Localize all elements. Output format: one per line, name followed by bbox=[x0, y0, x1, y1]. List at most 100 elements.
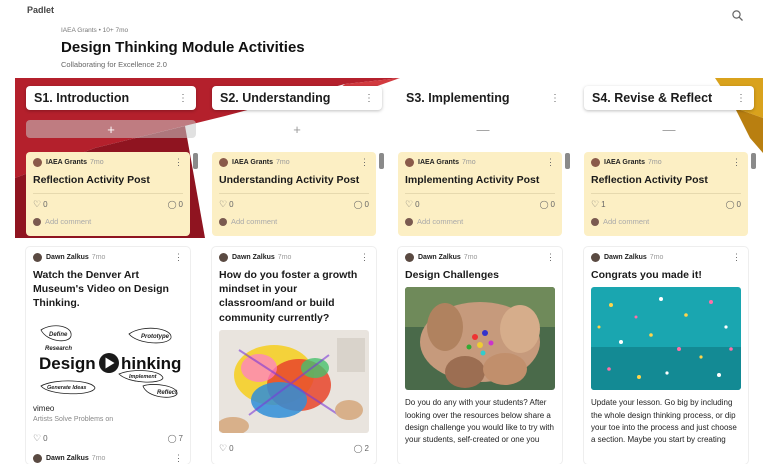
page-meta: IAEA Grants • 10+ 7mo bbox=[61, 27, 129, 34]
like-count: 0 bbox=[229, 443, 234, 453]
comment-count-button[interactable]: ◯ 0 bbox=[168, 199, 183, 210]
like-button[interactable]: ♡ 1 bbox=[591, 199, 606, 210]
post-image-confetti[interactable] bbox=[591, 287, 741, 391]
comment-count-button[interactable]: ◯ 2 bbox=[354, 443, 369, 454]
avatar bbox=[591, 253, 600, 262]
divider bbox=[405, 193, 555, 195]
post-title: Reflection Activity Post bbox=[591, 174, 708, 186]
post-author: Dawn Zalkus bbox=[46, 254, 89, 261]
play-icon[interactable] bbox=[99, 352, 119, 373]
more-vertical-icon[interactable]: ⋮ bbox=[736, 93, 746, 104]
activity-post-card[interactable]: IAEA Grants 7mo ⋮ Reflection Activity Po… bbox=[26, 152, 190, 236]
comment-icon: ◯ bbox=[167, 433, 177, 443]
video-word-generate: Generate Ideas bbox=[47, 385, 86, 391]
add-comment-placeholder: Add comment bbox=[603, 217, 650, 227]
post-image-hands[interactable] bbox=[405, 287, 555, 391]
column-header[interactable]: S3. Implementing ⋮ bbox=[398, 86, 568, 110]
post-card[interactable]: Dawn Zalkus 7mo ⋮ Congrats you made it! … bbox=[584, 247, 748, 464]
post-card[interactable]: Dawn Zalkus 7mo ⋮ How do you foster a gr… bbox=[212, 247, 376, 464]
more-vertical-icon[interactable]: ⋮ bbox=[174, 252, 183, 263]
more-vertical-icon[interactable]: ⋮ bbox=[174, 453, 183, 464]
post-author: IAEA Grants bbox=[604, 159, 645, 166]
post-card[interactable]: Dawn Zalkus 7mo ⋮ Watch the Denver Art M… bbox=[26, 247, 190, 464]
avatar bbox=[591, 158, 600, 167]
post-title: Understanding Activity Post bbox=[219, 174, 360, 186]
avatar bbox=[405, 158, 414, 167]
video-thumbnail[interactable]: Define Research Prototype Generate Ideas… bbox=[33, 315, 183, 404]
more-vertical-icon[interactable]: ⋮ bbox=[360, 252, 369, 263]
post-author: IAEA Grants bbox=[46, 159, 87, 166]
post-author: Dawn Zalkus bbox=[232, 254, 275, 261]
more-vertical-icon[interactable]: ⋮ bbox=[732, 157, 741, 168]
more-vertical-icon[interactable]: ⋮ bbox=[360, 157, 369, 168]
more-vertical-icon[interactable]: ⋮ bbox=[732, 252, 741, 263]
add-comment-field[interactable]: Add comment bbox=[219, 217, 369, 226]
more-vertical-icon[interactable]: ⋮ bbox=[178, 93, 188, 104]
like-button[interactable]: ♡ 0 bbox=[219, 199, 234, 210]
link-site[interactable]: vimeo bbox=[33, 404, 183, 413]
painting-photo bbox=[219, 329, 369, 433]
activity-post-card[interactable]: IAEA Grants 7mo ⋮ Implementing Activity … bbox=[398, 152, 562, 236]
like-button[interactable]: ♡ 0 bbox=[33, 433, 48, 444]
column-header[interactable]: S4. Revise & Reflect ⋮ bbox=[584, 86, 754, 110]
search-icon[interactable] bbox=[731, 9, 745, 23]
like-count: 0 bbox=[43, 200, 48, 210]
post-card[interactable]: Dawn Zalkus 7mo ⋮ Design Challenges Do y… bbox=[398, 247, 562, 464]
heart-icon: ♡ bbox=[33, 199, 42, 210]
more-vertical-icon[interactable]: ⋮ bbox=[174, 157, 183, 168]
like-button[interactable]: ♡ 0 bbox=[219, 443, 234, 454]
activity-post-card[interactable]: IAEA Grants 7mo ⋮ Understanding Activity… bbox=[212, 152, 376, 236]
comment-count-button[interactable]: ◯ 0 bbox=[354, 199, 369, 210]
comment-icon: ◯ bbox=[725, 200, 735, 210]
like-button[interactable]: ♡ 0 bbox=[33, 199, 48, 210]
post-image-painting[interactable] bbox=[219, 329, 369, 433]
like-button[interactable]: ♡ 0 bbox=[405, 199, 420, 210]
post-age: 7mo bbox=[277, 254, 292, 261]
more-vertical-icon[interactable]: ⋮ bbox=[550, 93, 560, 104]
hands-photo bbox=[405, 287, 555, 391]
post-author: IAEA Grants bbox=[418, 159, 459, 166]
comment-count-button[interactable]: ◯ 0 bbox=[540, 199, 555, 210]
add-comment-field[interactable]: Add comment bbox=[33, 217, 183, 226]
post-age: 7mo bbox=[649, 254, 664, 261]
column-s4: S4. Revise & Reflect ⋮ — bbox=[584, 86, 754, 138]
add-post-button[interactable]: — bbox=[398, 120, 568, 138]
more-vertical-icon[interactable]: ⋮ bbox=[546, 157, 555, 168]
confetti-photo bbox=[591, 287, 741, 391]
avatar bbox=[591, 217, 599, 226]
column-scrollbar[interactable] bbox=[565, 153, 570, 169]
column-header[interactable]: S1. Introduction ⋮ bbox=[26, 86, 196, 110]
add-comment-placeholder: Add comment bbox=[417, 217, 464, 227]
column-scrollbar[interactable] bbox=[379, 153, 384, 169]
more-vertical-icon[interactable]: ⋮ bbox=[546, 252, 555, 263]
add-comment-field[interactable]: Add comment bbox=[591, 217, 741, 226]
divider bbox=[591, 193, 741, 195]
comment-count: 0 bbox=[178, 200, 183, 210]
more-vertical-icon[interactable]: ⋮ bbox=[364, 93, 374, 104]
link-caption[interactable]: Artists Solve Problems on bbox=[33, 416, 183, 423]
add-comment-field[interactable]: Add comment bbox=[405, 217, 555, 226]
post-body: Update your lesson. Go big by including … bbox=[591, 398, 737, 445]
post-body: Do you do any with your students? After … bbox=[405, 398, 554, 445]
column-title: S2. Understanding bbox=[220, 91, 331, 105]
post-age: 7mo bbox=[463, 254, 478, 261]
column-header[interactable]: S2. Understanding ⋮ bbox=[212, 86, 382, 110]
avatar bbox=[33, 158, 42, 167]
activity-post-card[interactable]: IAEA Grants 7mo ⋮ Reflection Activity Po… bbox=[584, 152, 748, 236]
comment-count-button[interactable]: ◯ 0 bbox=[726, 199, 741, 210]
comment-row: Dawn Zalkus 7mo ⋮ bbox=[33, 453, 183, 464]
comment-count-button[interactable]: ◯ 7 bbox=[168, 433, 183, 444]
comment-count: 2 bbox=[364, 443, 369, 453]
padlet-logo[interactable]: Padlet bbox=[27, 5, 54, 15]
column-scrollbar[interactable] bbox=[751, 153, 756, 169]
post-age: 7mo bbox=[461, 159, 476, 166]
avatar bbox=[219, 217, 227, 226]
add-post-button[interactable]: + bbox=[212, 120, 382, 138]
add-post-button[interactable]: — bbox=[584, 120, 754, 138]
like-count: 0 bbox=[415, 200, 420, 210]
page-header: IAEA Grants • 10+ 7mo Design Thinking Mo… bbox=[61, 27, 305, 69]
column-scrollbar[interactable] bbox=[193, 153, 198, 169]
add-post-button[interactable]: + bbox=[26, 120, 196, 138]
avatar bbox=[219, 253, 228, 262]
like-count: 1 bbox=[601, 200, 606, 210]
